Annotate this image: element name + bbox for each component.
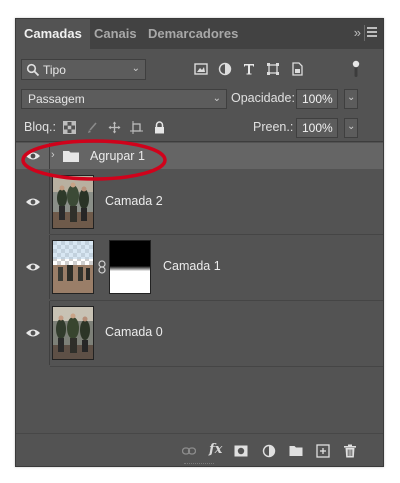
type-filter-icon[interactable]: [242, 62, 256, 76]
eye-icon[interactable]: [25, 262, 41, 272]
opacity-label: Opacidade:: [231, 91, 295, 105]
new-layer-icon[interactable]: [316, 444, 330, 458]
lock-artboard-icon[interactable]: [130, 121, 143, 134]
fill-input[interactable]: 100%: [296, 118, 338, 138]
layer-row-group[interactable]: › Agrupar 1: [16, 143, 383, 169]
eye-icon[interactable]: [25, 151, 41, 161]
chain-link-icon[interactable]: [98, 260, 106, 274]
visibility-cell[interactable]: [16, 143, 50, 169]
fill-label: Preen.:: [253, 120, 294, 134]
panel-tab-bar: Camadas Canais Demarcadores »: [16, 19, 383, 49]
layer-mask-thumbnail[interactable]: [109, 240, 151, 294]
layer-row-camada-1[interactable]: Camada 1: [16, 235, 383, 299]
layer-name[interactable]: Camada 2: [105, 194, 163, 208]
lock-label: Bloq.:: [24, 120, 56, 134]
fx-icon[interactable]: fx: [209, 442, 222, 457]
new-group-icon[interactable]: [289, 444, 303, 458]
blend-mode-value: Passagem: [28, 92, 85, 106]
visibility-cell[interactable]: [16, 235, 50, 299]
layer-name[interactable]: Camada 1: [163, 259, 221, 273]
filter-kind-select[interactable]: Tipo ⌄: [21, 59, 146, 80]
opacity-dropdown[interactable]: ⌄: [344, 89, 358, 109]
chevron-down-icon: ⌄: [131, 63, 140, 74]
lock-all-icon[interactable]: [153, 121, 166, 134]
smart-object-filter-icon[interactable]: [290, 62, 304, 76]
adjustment-layer-icon[interactable]: [262, 444, 276, 458]
layer-row-camada-0[interactable]: Camada 0: [16, 301, 383, 365]
link-layers-icon[interactable]: [182, 444, 196, 458]
folder-icon: [63, 151, 79, 162]
delete-icon[interactable]: [343, 444, 357, 458]
layer-thumbnail: [52, 240, 94, 294]
search-icon: [26, 63, 40, 77]
panel-divider: [16, 141, 383, 142]
panel-footer: fx: [16, 433, 383, 466]
add-mask-icon[interactable]: [234, 444, 248, 458]
layer-thumbnail: [52, 306, 94, 360]
chevron-down-icon: ⌄: [347, 92, 356, 103]
resize-grip[interactable]: [184, 463, 214, 466]
tab-bar-separator: [364, 25, 365, 41]
layer-name[interactable]: Agrupar 1: [90, 149, 145, 163]
filter-toggle-icon[interactable]: [352, 58, 360, 80]
tab-demarcadores[interactable]: Demarcadores: [140, 19, 246, 49]
chevron-right-icon[interactable]: ›: [51, 149, 55, 161]
layer-row-camada-2[interactable]: Camada 2: [16, 170, 383, 234]
visibility-cell[interactable]: [16, 301, 50, 365]
blend-mode-select[interactable]: Passagem ⌄: [21, 89, 227, 109]
filter-kind-label: Tipo: [43, 63, 66, 77]
lock-transparent-icon[interactable]: [63, 121, 76, 134]
hamburger-menu-icon[interactable]: [367, 27, 377, 37]
visibility-cell[interactable]: [16, 170, 50, 234]
fill-dropdown[interactable]: ⌄: [344, 118, 358, 138]
layers-panel: Camadas Canais Demarcadores » Tipo ⌄ Pas…: [15, 18, 384, 467]
opacity-input[interactable]: 100%: [296, 89, 338, 109]
eye-icon[interactable]: [25, 328, 41, 338]
tab-camadas[interactable]: Camadas: [16, 19, 90, 49]
shape-filter-icon[interactable]: [266, 62, 280, 76]
layer-thumbnail: [52, 175, 94, 229]
layer-name[interactable]: Camada 0: [105, 325, 163, 339]
image-filter-icon[interactable]: [194, 62, 208, 76]
chevron-down-icon: ⌄: [347, 121, 356, 132]
double-chevron-right-icon[interactable]: »: [354, 25, 361, 40]
eye-icon[interactable]: [25, 197, 41, 207]
lock-move-icon[interactable]: [108, 121, 121, 134]
chevron-down-icon: ⌄: [212, 93, 221, 104]
lock-paint-icon[interactable]: [86, 121, 99, 134]
adjustment-filter-icon[interactable]: [218, 62, 232, 76]
layer-separator: [50, 366, 383, 367]
tab-canais[interactable]: Canais: [86, 19, 145, 49]
